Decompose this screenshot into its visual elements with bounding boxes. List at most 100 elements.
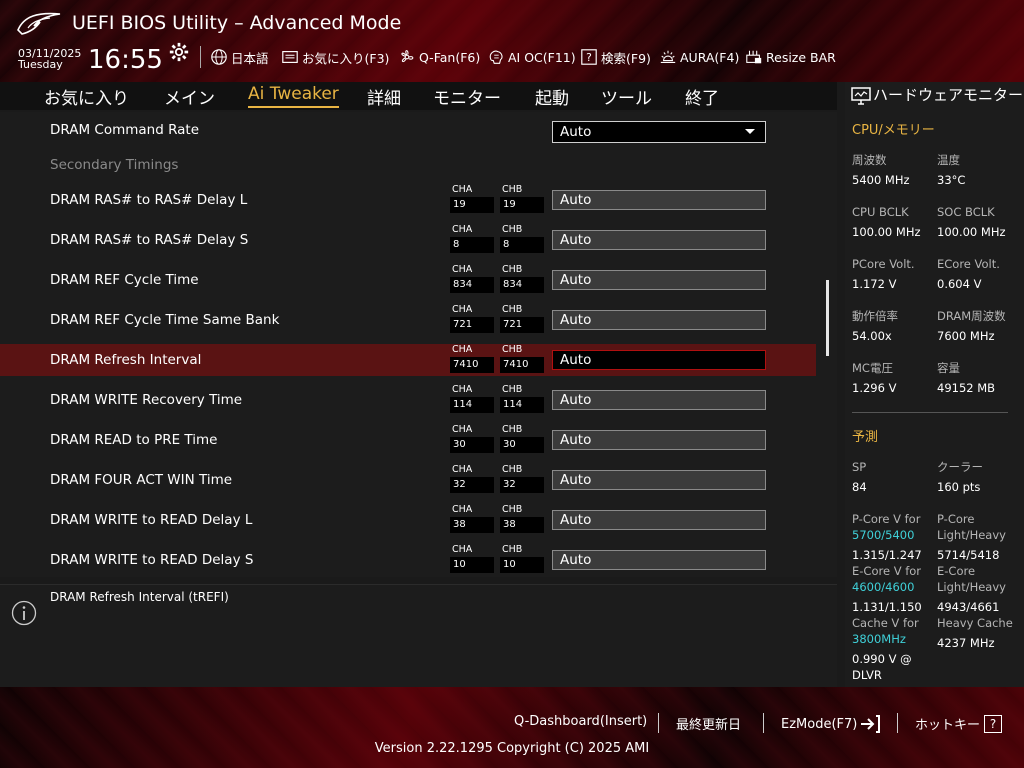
cache-v-for-label: Cache V for [852,616,919,630]
timing-value-field[interactable]: Auto [552,470,766,490]
sp-label: SP [852,460,867,474]
footer-divider [763,713,764,733]
favorites-button[interactable]: お気に入り(F3) [281,48,389,66]
tab-ai-tweaker[interactable]: Ai Tweaker [248,84,339,108]
channel-a-value: 7410 [450,357,494,373]
timing-row[interactable]: DRAM WRITE Recovery Time CHA CHB 114 114 Auto [0,384,816,416]
pcore-v-for-value: 1.315/1.247 [852,548,922,562]
header-divider [200,46,201,68]
language-button[interactable]: 日本語 [210,48,269,66]
cpu-bclk-value: 100.00 MHz [852,225,921,239]
tab-favorites[interactable]: お気に入り [44,84,129,109]
timing-value-field[interactable]: Auto [552,350,766,370]
capacity-label: 容量 [937,361,960,375]
qfan-button[interactable]: Q-Fan(F6) [398,48,480,66]
timing-row[interactable]: DRAM FOUR ACT WIN Time CHA CHB 32 32 Auto [0,464,816,496]
setting-label: DRAM REF Cycle Time [50,272,199,288]
dropdown-value: Auto [560,124,592,140]
q-dashboard-button[interactable]: Q-Dashboard(Insert) [514,714,647,729]
resize-bar-icon [746,50,762,64]
cpu-freq-label: 周波数 [852,153,887,167]
search-label: 検索(F9) [601,50,651,66]
channel-b-value: 30 [500,437,544,453]
timing-value-field[interactable]: Auto [552,190,766,210]
help-panel: DRAM Refresh Interval (tREFI) [0,584,837,688]
info-icon [11,600,37,626]
setting-label: DRAM FOUR ACT WIN Time [50,472,233,488]
last-modified-button[interactable]: 最終更新日 [676,714,741,733]
command-rate-dropdown[interactable]: Auto [552,121,766,143]
resize-bar-button[interactable]: Resize BAR [745,48,836,66]
timing-value-field[interactable]: Auto [552,430,766,450]
channel-a-label: CHA [452,184,473,195]
tab-boot[interactable]: 起動 [535,84,569,109]
tab-tool[interactable]: ツール [601,84,652,109]
tab-main[interactable]: メイン [164,84,215,109]
timing-value-field[interactable]: Auto [552,230,766,250]
timing-row[interactable]: DRAM RAS# to RAS# Delay S CHA CHB 8 8 Auto [0,224,816,256]
aura-light-icon [660,50,676,63]
cpu-temp-value: 33°C [937,173,966,187]
channel-b-label: CHB [502,344,523,355]
aura-label: AURA(F4) [680,49,740,65]
hardware-monitor-panel: ハードウェアモニター CPU/メモリー 周波数 温度 5400 MHz 33°C… [845,82,1024,687]
tab-monitor[interactable]: モニター [433,84,501,109]
channel-b-value: 834 [500,277,544,293]
scrollbar-thumb[interactable] [826,280,829,356]
channel-b-label: CHB [502,224,523,235]
channel-a-value: 834 [450,277,494,293]
gear-icon[interactable] [168,41,190,63]
fan-icon [401,50,414,63]
heavy-cache-label: Heavy Cache [937,616,1013,630]
ecore-v-for-freq: 4600/4600 [852,580,915,594]
ecore-lh-sublabel: Light/Heavy [937,580,1006,594]
section-divider [852,412,1008,413]
timing-row[interactable]: DRAM REF Cycle Time Same Bank CHA CHB 721 72… [0,304,816,336]
channel-b-label: CHB [502,184,523,195]
chevron-down-icon [745,129,755,134]
channel-a-label: CHA [452,464,473,475]
timing-value-field[interactable]: Auto [552,510,766,530]
timing-value-field[interactable]: Auto [552,270,766,290]
channel-a-value: 8 [450,237,494,253]
channel-a-value: 32 [450,477,494,493]
channel-b-value: 721 [500,317,544,333]
timing-row[interactable]: DRAM WRITE to READ Delay S CHA CHB 10 10 Auto [0,544,816,576]
hotkeys-button[interactable]: ホットキー ? [915,714,1003,733]
setting-label: DRAM WRITE to READ Delay L [50,512,253,528]
language-label: 日本語 [231,50,269,66]
timing-row[interactable]: DRAM WRITE to READ Delay L CHA CHB 38 38 Auto [0,504,816,536]
dram-freq-value: 7600 MHz [937,329,995,343]
channel-b-label: CHB [502,384,523,395]
favorites-icon [282,51,298,63]
day-display: Tuesday [18,58,63,71]
channel-b-label: CHB [502,304,523,315]
cpu-bclk-label: CPU BCLK [852,205,909,219]
setting-row-command-rate[interactable]: DRAM Command Rate Auto [0,116,816,148]
search-button[interactable]: ? 検索(F9) [580,48,651,66]
tab-exit[interactable]: 終了 [685,84,719,109]
pcore-lh-label: P-Core [937,512,975,526]
tab-advanced[interactable]: 詳細 [367,84,401,109]
settings-list: DRAM Command Rate Auto Secondary Timings… [0,112,837,577]
timing-row[interactable]: DRAM READ to PRE Time CHA CHB 30 30 Auto [0,424,816,456]
pcore-v-for-freq: 5700/5400 [852,528,915,542]
channel-b-label: CHB [502,264,523,275]
timing-value-field[interactable]: Auto [552,310,766,330]
ai-oc-button[interactable]: AI OC(F11) [487,48,576,66]
timing-value-field[interactable]: Auto [552,550,766,570]
ezmode-button[interactable]: EzMode(F7) [781,714,881,734]
pcore-volt-value: 1.172 V [852,277,897,291]
hotkeys-label: ホットキー [915,718,981,733]
channel-b-label: CHB [502,424,523,435]
setting-label: DRAM RAS# to RAS# Delay S [50,232,249,248]
aura-button[interactable]: AURA(F4) [659,48,739,66]
ecore-volt-label: ECore Volt. [937,257,1000,271]
channel-b-label: CHB [502,464,523,475]
timing-value-field[interactable]: Auto [552,390,766,410]
timing-row[interactable]: DRAM RAS# to RAS# Delay L CHA CHB 19 19 Auto [0,184,816,216]
timing-row[interactable]: DRAM Refresh Interval CHA CHB 7410 7410 Auto [0,344,816,376]
channel-b-value: 10 [500,557,544,573]
timing-row[interactable]: DRAM REF Cycle Time CHA CHB 834 834 Auto [0,264,816,296]
app-title: UEFI BIOS Utility – Advanced Mode [72,12,402,34]
